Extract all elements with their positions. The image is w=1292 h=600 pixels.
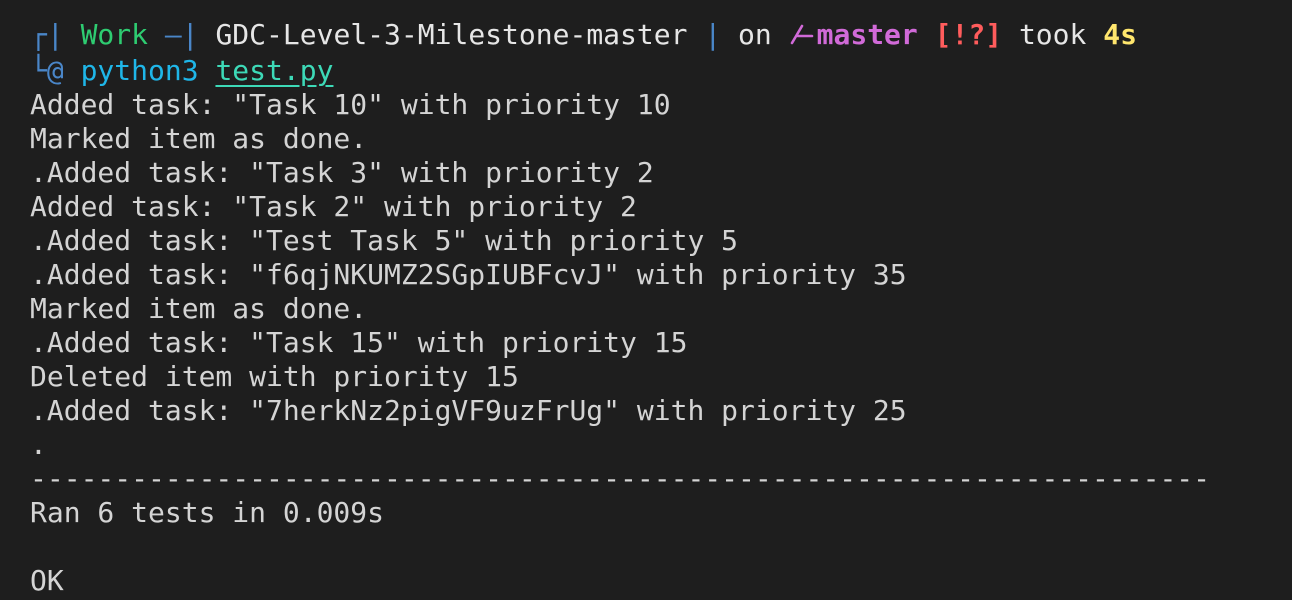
test-progress-dot: . [30, 428, 47, 461]
command-name: python3 [80, 54, 199, 87]
output-line: Marked item as done. [30, 122, 368, 155]
output-line: .Added task: "Task 15" with priority 15 [30, 326, 688, 359]
prompt-line-info: ┌| Work —| GDC-Level-3-Milestone-master … [30, 16, 1270, 54]
prompt-frame-bottom: └@ [30, 54, 64, 87]
prompt-line-command[interactable]: └@ python3 test.py [30, 54, 1270, 88]
directory-separator-right: | [704, 18, 722, 51]
output-line: .Added task: "Test Task 5" with priority… [30, 224, 739, 257]
output-line: .Added task: "f6qjNKUMZ2SGpIUBFcvJ" with… [30, 258, 907, 291]
output-line: Deleted item with priority 15 [30, 360, 519, 393]
output-line: Marked item as done. [30, 292, 368, 325]
on-label: on [738, 18, 772, 51]
git-status: [!?] [934, 18, 1003, 51]
terminal-output: ┌| Work —| GDC-Level-3-Milestone-master … [30, 16, 1270, 598]
test-summary: Ran 6 tests in 0.009s [30, 496, 385, 529]
terminal-window: { "prompt": { "frame_top": "┌|", "frame_… [0, 0, 1292, 600]
git-branch-icon [790, 24, 813, 45]
test-result: OK [30, 564, 64, 597]
output-line: Added task: "Task 2" with priority 2 [30, 190, 637, 223]
current-directory: GDC-Level-3-Milestone-master [215, 18, 688, 51]
output-line: .Added task: "Task 3" with priority 2 [30, 156, 654, 189]
command-argument[interactable]: test.py [215, 54, 333, 87]
took-label: took [1018, 18, 1087, 51]
directory-separator-left: —| [164, 18, 199, 51]
workspace-label: Work [80, 18, 149, 51]
branch-indicator: master [789, 18, 918, 51]
branch-name: master [816, 18, 918, 51]
prompt-frame-top: ┌| [30, 18, 64, 51]
command-duration: 4s [1103, 18, 1137, 51]
test-separator: ----------------------------------------… [30, 462, 1211, 495]
output-line: .Added task: "7herkNz2pigVF9uzFrUg" with… [30, 394, 907, 427]
output-line: Added task: "Task 10" with priority 10 [30, 88, 671, 121]
